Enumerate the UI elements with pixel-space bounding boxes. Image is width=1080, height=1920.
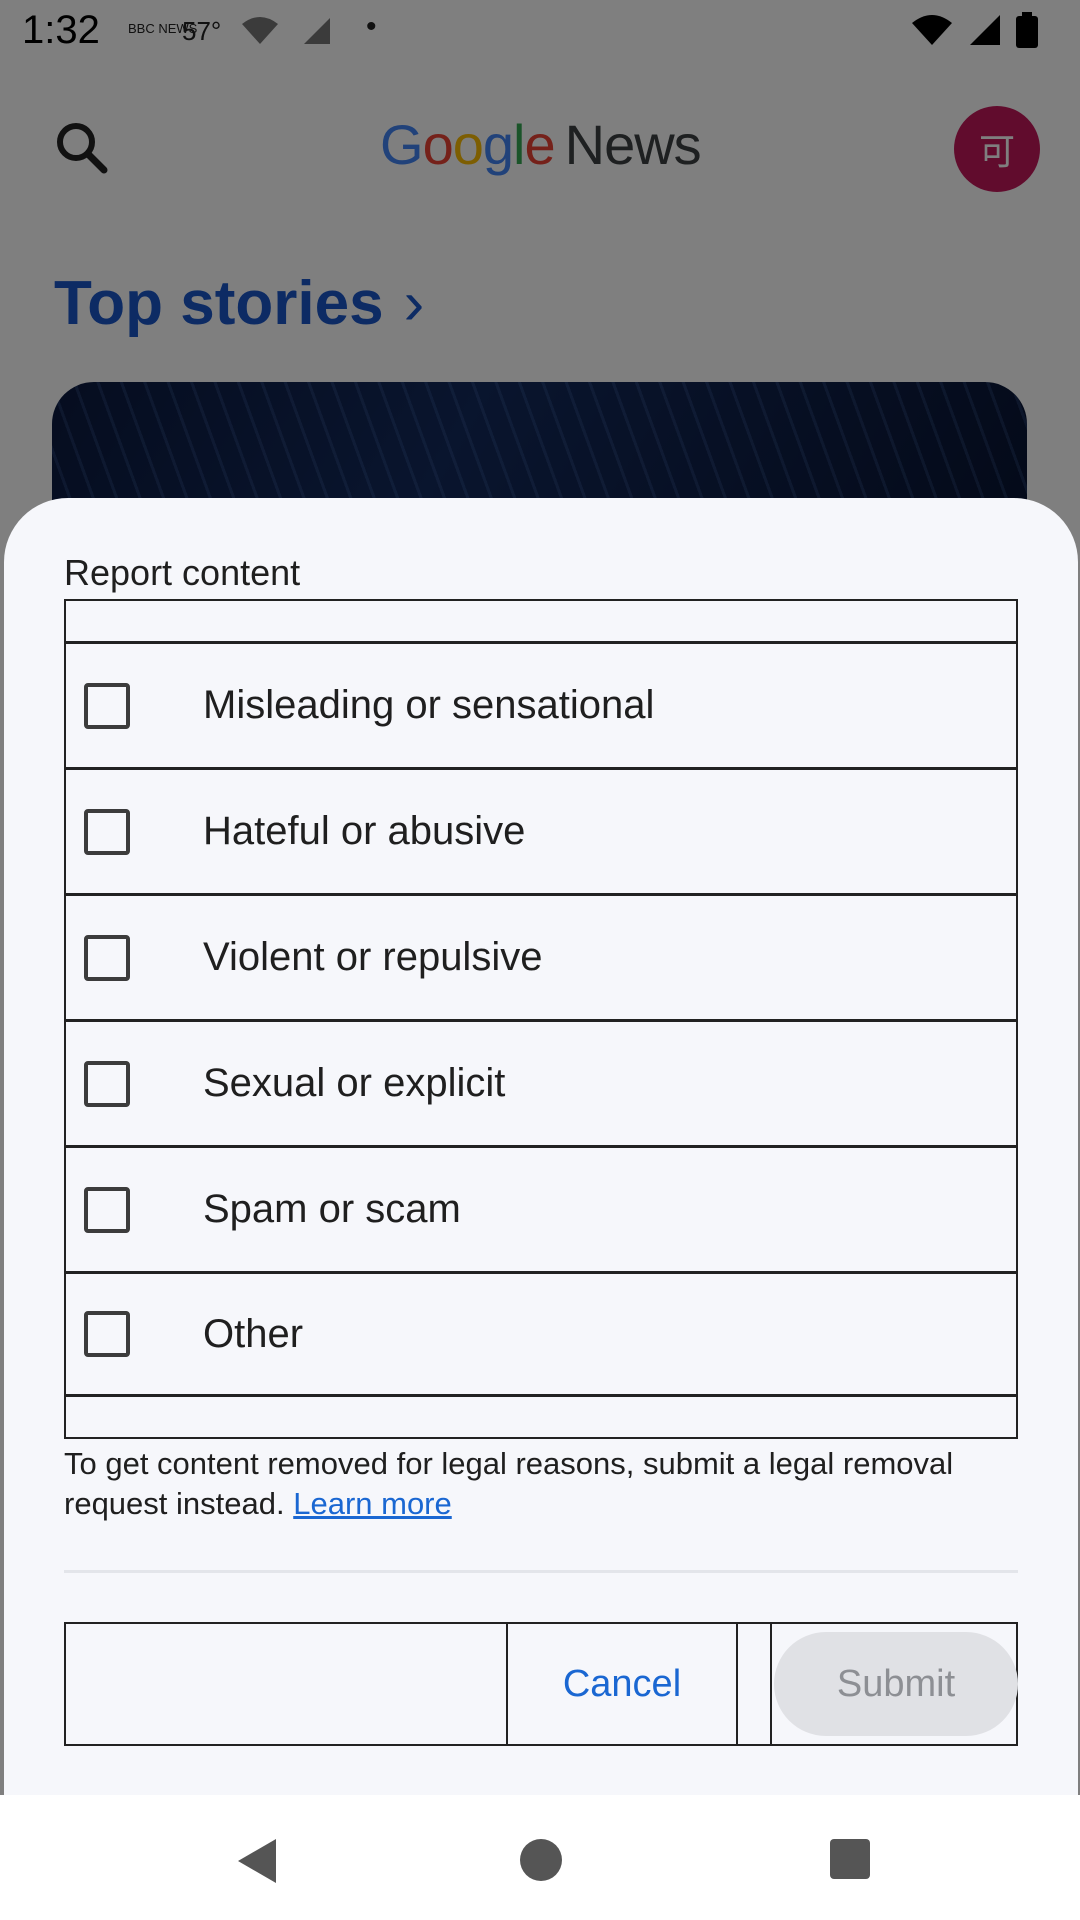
checkbox-icon[interactable] xyxy=(84,808,130,855)
options-container: Misleading or sensational Hateful or abu… xyxy=(66,641,1016,1397)
learn-more-link[interactable]: Learn more xyxy=(293,1486,452,1521)
back-icon[interactable] xyxy=(238,1839,276,1883)
dialog-title: Report content xyxy=(64,552,301,593)
option-hateful[interactable]: Hateful or abusive xyxy=(66,767,1016,893)
recent-apps-icon[interactable] xyxy=(830,1839,870,1879)
checkbox-icon[interactable] xyxy=(84,1186,130,1233)
report-content-sheet: Report content Misleading or sensational… xyxy=(4,498,1078,1795)
checkbox-icon[interactable] xyxy=(84,1311,130,1357)
button-spacer xyxy=(66,1624,508,1744)
option-label: Spam or scam xyxy=(203,1187,461,1231)
option-sexual[interactable]: Sexual or explicit xyxy=(66,1019,1016,1145)
option-label: Hateful or abusive xyxy=(203,809,526,853)
option-violent[interactable]: Violent or repulsive xyxy=(66,893,1016,1019)
option-spam[interactable]: Spam or scam xyxy=(66,1145,1016,1271)
legal-text: To get content removed for legal reasons… xyxy=(64,1446,954,1521)
report-options-list: Misleading or sensational Hateful or abu… xyxy=(64,599,1018,1439)
checkbox-icon[interactable] xyxy=(84,682,130,729)
button-gap xyxy=(738,1624,772,1744)
cancel-button[interactable]: Cancel xyxy=(508,1624,738,1744)
option-label: Sexual or explicit xyxy=(203,1061,506,1105)
checkbox-icon[interactable] xyxy=(84,934,130,981)
system-navigation-bar xyxy=(0,1795,1080,1920)
option-label: Misleading or sensational xyxy=(203,683,655,727)
legal-removal-notice: To get content removed for legal reasons… xyxy=(64,1444,1024,1524)
submit-button[interactable]: Submit xyxy=(774,1632,1018,1736)
option-label: Other xyxy=(203,1311,304,1356)
checkbox-icon[interactable] xyxy=(84,1060,130,1107)
option-other[interactable]: Other xyxy=(66,1271,1016,1397)
divider xyxy=(64,1570,1018,1573)
option-label: Violent or repulsive xyxy=(203,935,543,979)
dialog-button-row: Cancel Submit xyxy=(64,1622,1018,1746)
option-misleading[interactable]: Misleading or sensational xyxy=(66,641,1016,767)
home-icon[interactable] xyxy=(520,1839,562,1881)
